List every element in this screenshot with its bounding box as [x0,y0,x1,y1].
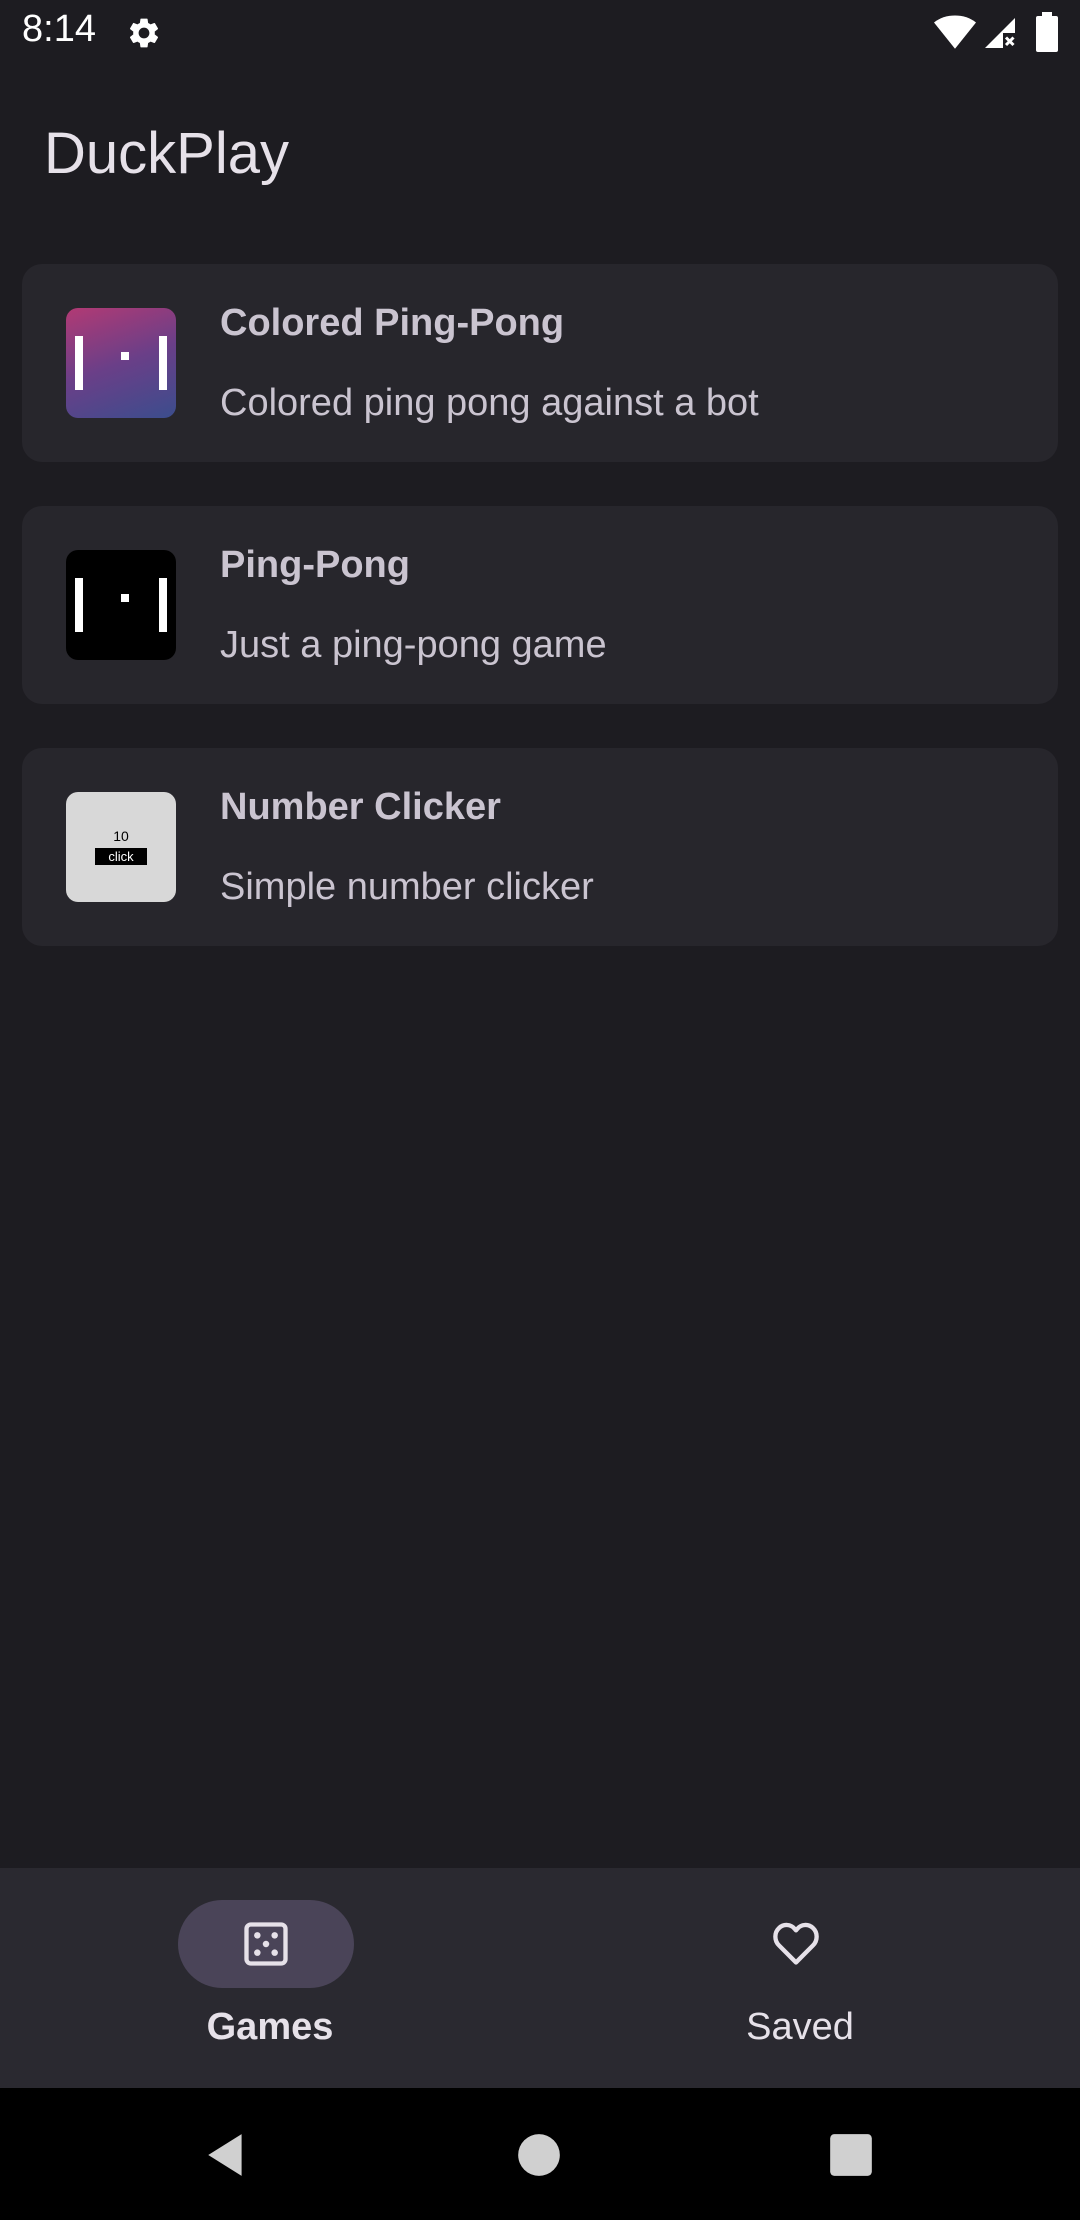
ping-pong-thumbnail [66,550,176,660]
status-time: 8:14 [22,8,96,50]
paddle-right [159,336,167,390]
system-navigation-bar [0,2088,1080,2220]
wifi-icon [934,15,976,49]
thumbnail-number: 10 [113,828,129,844]
game-card-number-clicker[interactable]: 10 click Number Clicker Simple number cl… [22,748,1058,946]
nav-item-games[interactable]: Games [0,1868,540,2088]
heart-icon [773,1922,819,1965]
nav-label-games: Games [206,2006,334,2048]
game-description: Simple number clicker [220,866,594,908]
game-card-colored-ping-pong[interactable]: Colored Ping-Pong Colored ping pong agai… [22,264,1058,462]
back-icon[interactable] [202,2130,252,2180]
paddle-right [159,578,167,632]
paddle-left [75,578,83,632]
game-card-ping-pong[interactable]: Ping-Pong Just a ping-pong game [22,506,1058,704]
recents-icon[interactable] [826,2130,876,2180]
gear-icon [129,18,159,48]
paddle-left [75,336,83,390]
home-icon[interactable] [514,2130,564,2180]
game-description: Just a ping-pong game [220,624,607,666]
status-bar: 8:14 [0,0,1080,66]
signal-icon [985,18,1015,48]
screen: 8:14 DuckPlay Colored Ping-Pong Colored … [0,0,1080,2220]
bottom-navigation: Games Saved [0,1868,1080,2088]
number-clicker-thumbnail: 10 click [66,792,176,902]
app-title: DuckPlay [44,121,289,186]
thumbnail-click-button: click [95,848,147,865]
game-description: Colored ping pong against a bot [220,382,759,424]
colored-ping-pong-thumbnail [66,308,176,418]
ball [121,352,129,360]
game-title: Number Clicker [220,786,501,828]
nav-label-saved: Saved [746,2006,854,2048]
game-title: Ping-Pong [220,544,410,586]
dice-icon [244,1922,288,1966]
ball [121,594,129,602]
nav-item-saved[interactable]: Saved [540,1868,1080,2088]
battery-icon [1036,12,1058,52]
game-title: Colored Ping-Pong [220,302,565,344]
